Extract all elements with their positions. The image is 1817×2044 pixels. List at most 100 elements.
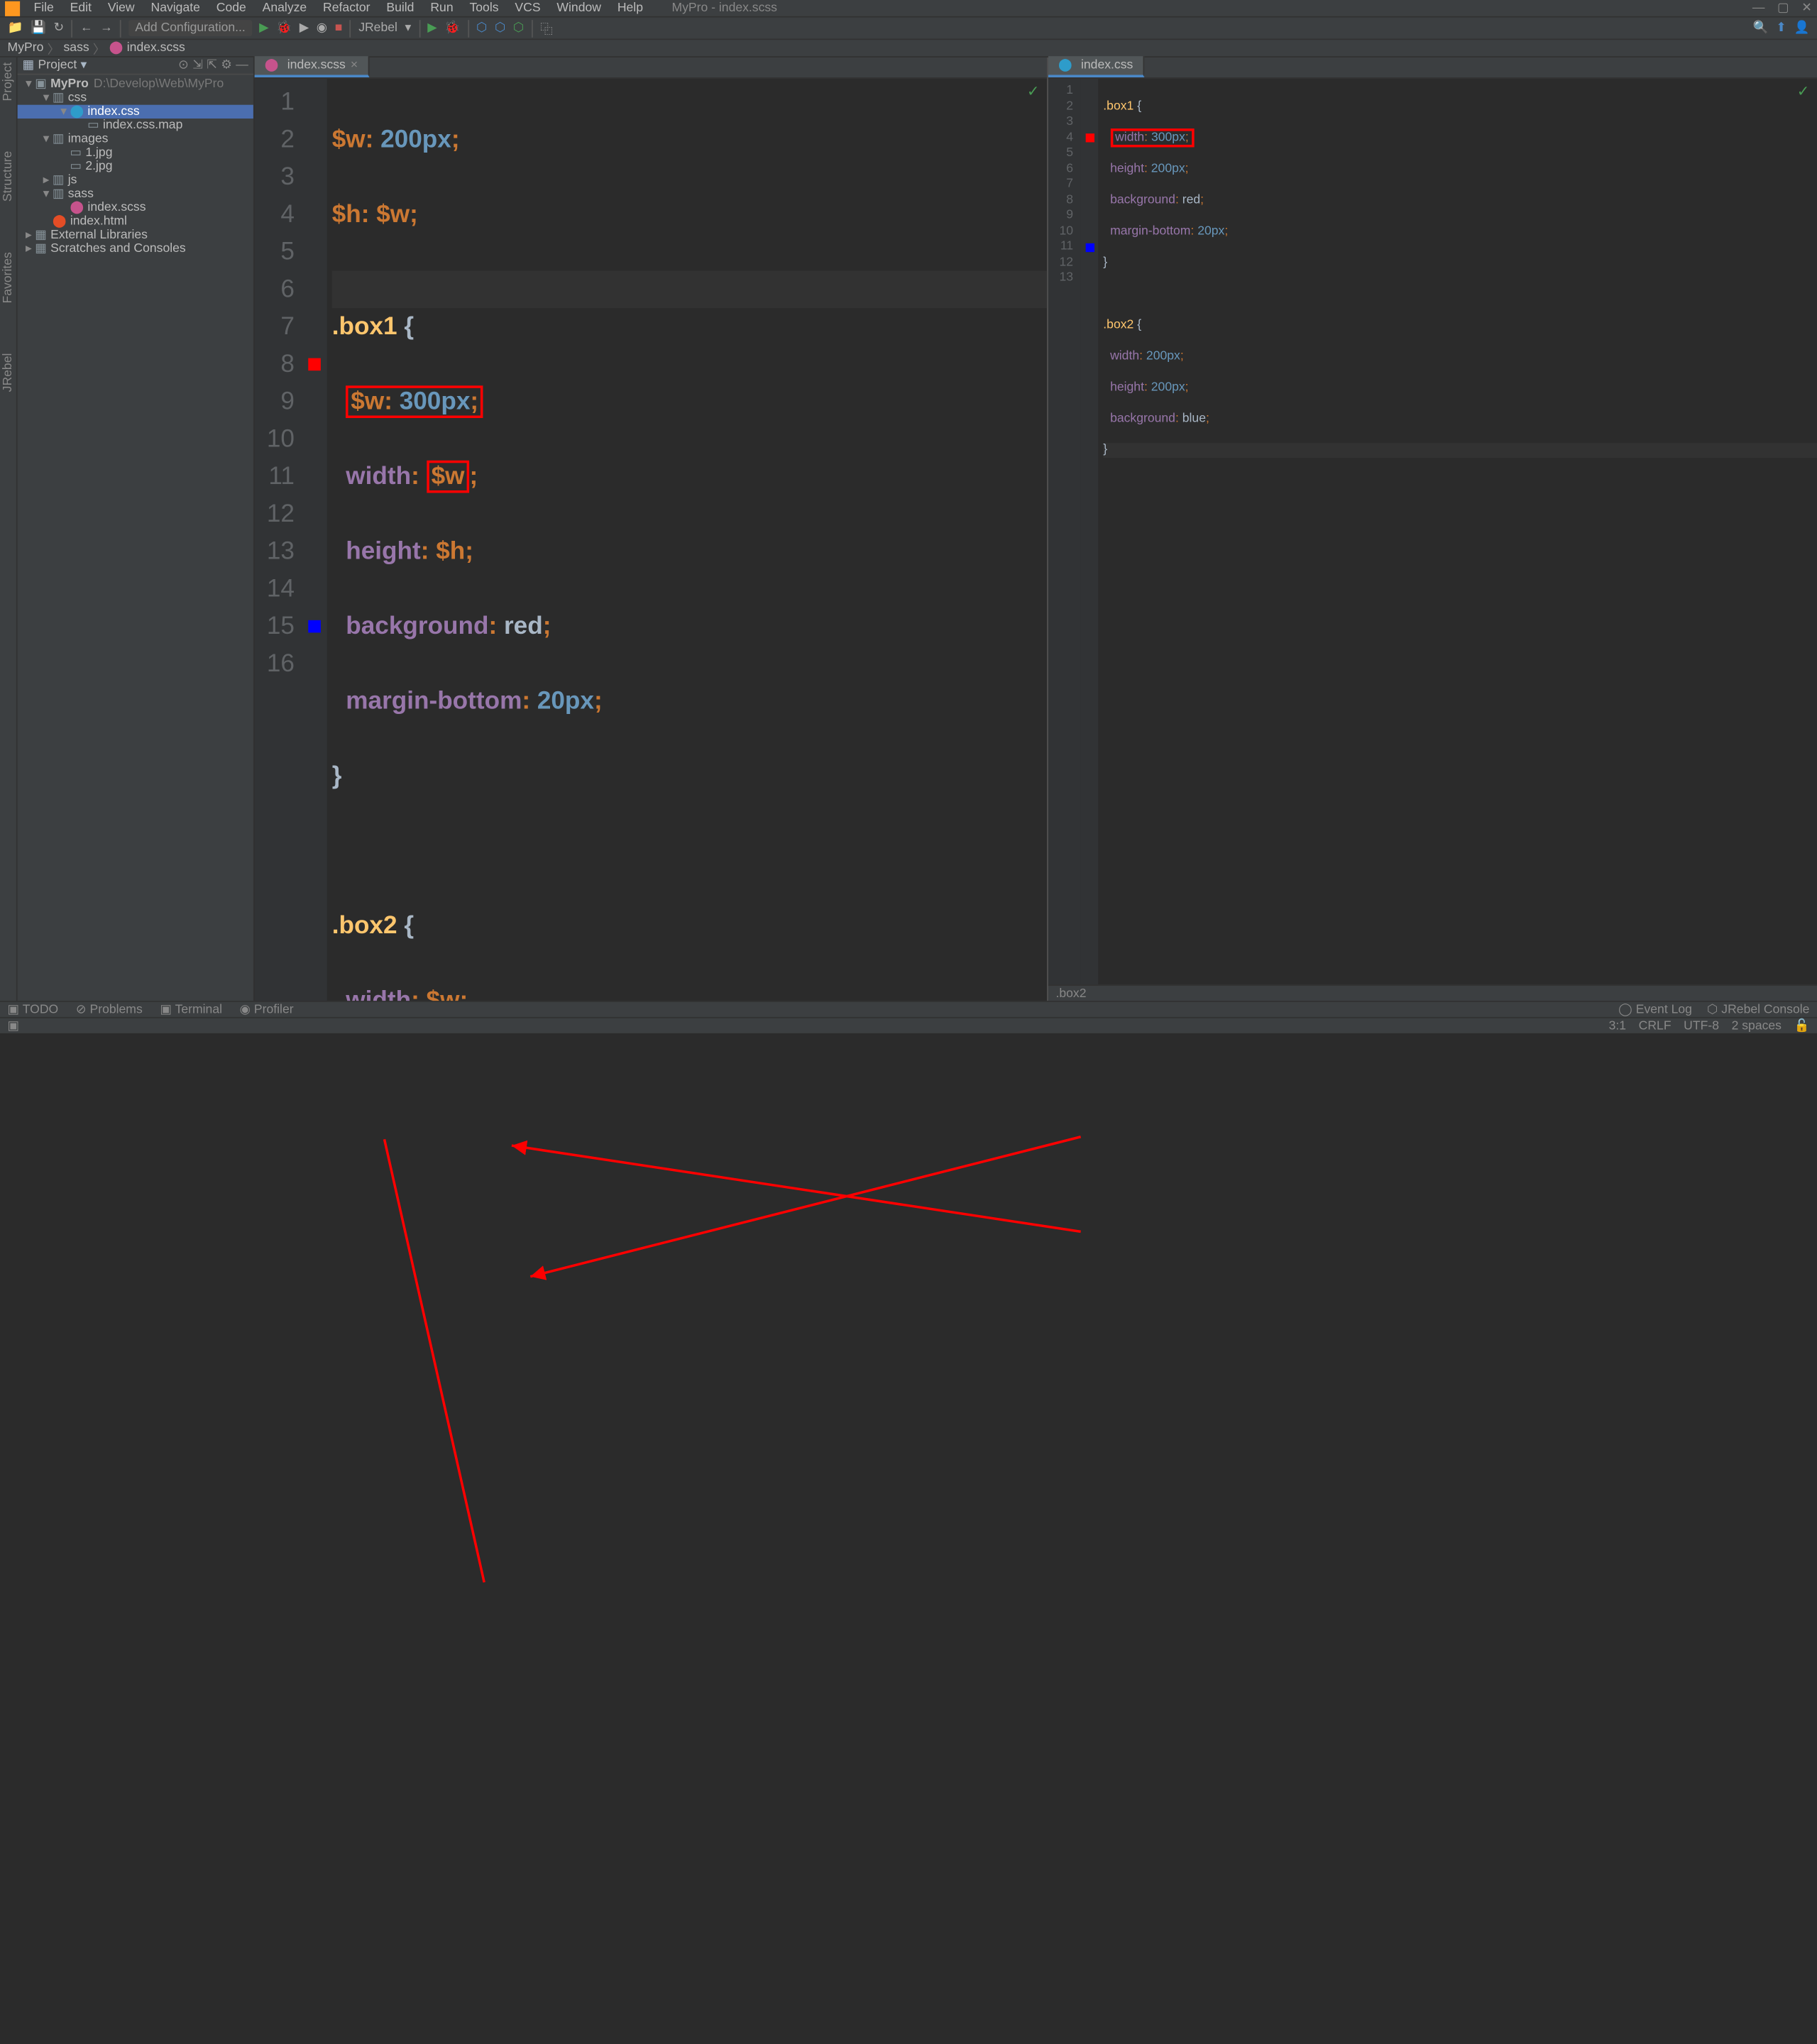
tree-css-folder[interactable]: ▾▥css <box>18 91 253 104</box>
todo-tool[interactable]: ▣ TODO <box>8 1003 59 1016</box>
color-swatch-red-icon[interactable] <box>308 358 321 371</box>
project-panel-title[interactable]: Project <box>38 59 77 72</box>
profiler-tool[interactable]: ◉ Profiler <box>240 1003 294 1016</box>
editor-left: ⬤ index.scss × 12345678910111213141516 $… <box>255 57 1048 1001</box>
terminal-tool[interactable]: ▣ Terminal <box>160 1003 222 1016</box>
gear-icon[interactable]: ⚙ <box>221 59 232 72</box>
open-icon[interactable]: 📁 <box>8 21 23 35</box>
tree-index-scss[interactable]: ⬤index.scss <box>18 201 253 214</box>
jr-icon1[interactable]: ⬡ <box>476 21 487 35</box>
css-editor[interactable]: 12345678910111213 .box1 { width: 300px; … <box>1048 79 1817 984</box>
menu-code[interactable]: Code <box>210 1 253 15</box>
menu-run[interactable]: Run <box>424 1 460 15</box>
code-content[interactable]: .box1 { width: 300px; height: 200px; bac… <box>1098 79 1817 984</box>
sync-icon[interactable]: ↻ <box>53 21 64 35</box>
annotation-arrows <box>0 1033 1817 2044</box>
tree-images-folder[interactable]: ▾▥images <box>18 132 253 145</box>
tree-img1[interactable]: ▭1.jpg <box>18 146 253 160</box>
side-favorites[interactable]: Favorites <box>1 252 15 303</box>
editor-breadcrumb[interactable]: .box2 <box>1048 984 1817 1001</box>
select-opened-icon[interactable]: ⊙ <box>178 59 189 72</box>
color-swatch-blue-icon[interactable] <box>308 620 321 633</box>
color-swatch-red-icon[interactable] <box>1085 134 1094 143</box>
code-content[interactable]: $w: 200px; $h: $w; .box1 { $w: 300px; wi… <box>327 79 1048 1001</box>
inspection-ok-icon[interactable]: ✓ <box>1027 82 1040 100</box>
menu-navigate[interactable]: Navigate <box>145 1 207 15</box>
menu-file[interactable]: File <box>28 1 60 15</box>
caret-position[interactable]: 3:1 <box>1609 1019 1626 1033</box>
menu-edit[interactable]: Edit <box>64 1 98 15</box>
tree-sass-folder[interactable]: ▾▥sass <box>18 187 253 201</box>
side-jrebel[interactable]: JRebel <box>1 353 15 392</box>
save-icon[interactable]: 💾 <box>31 21 46 35</box>
run-config-selector[interactable]: Add Configuration... <box>129 20 252 36</box>
css-icon: ⬤ <box>1058 59 1072 72</box>
line-ending[interactable]: CRLF <box>1639 1019 1671 1033</box>
breadcrumb-folder[interactable]: sass <box>64 41 89 55</box>
menu-window[interactable]: Window <box>551 1 608 15</box>
stop-icon[interactable]: ■ <box>335 21 343 35</box>
tree-external-libs[interactable]: ▸▦External Libraries <box>18 229 253 242</box>
back-icon[interactable]: ← <box>80 21 93 35</box>
event-log-tool[interactable]: ◯ Event Log <box>1618 1003 1692 1016</box>
search-icon[interactable]: 🔍 <box>1753 21 1769 35</box>
gutter-marks <box>1081 79 1099 984</box>
maximize-icon[interactable]: ▢ <box>1777 1 1789 15</box>
menu-build[interactable]: Build <box>380 1 421 15</box>
encoding[interactable]: UTF-8 <box>1684 1019 1719 1033</box>
side-structure[interactable]: Structure <box>1 151 15 202</box>
tree-index-css[interactable]: ▾⬤index.css <box>18 105 253 119</box>
menu-help[interactable]: Help <box>611 1 649 15</box>
tree-index-css-map[interactable]: ▭index.css.map <box>18 119 253 132</box>
close-tab-icon[interactable]: × <box>351 59 358 72</box>
jrebel-console-tool[interactable]: ⬡ JRebel Console <box>1707 1003 1809 1016</box>
inspection-ok-icon[interactable]: ✓ <box>1797 82 1810 100</box>
profile-icon[interactable]: ◉ <box>317 21 327 35</box>
tab-index-css[interactable]: ⬤ index.css <box>1048 56 1144 77</box>
line-numbers: 12345678910111213141516 <box>255 79 302 1001</box>
tree-scratches[interactable]: ▸▦Scratches and Consoles <box>18 242 253 256</box>
update-icon[interactable]: ⬆ <box>1776 21 1786 35</box>
forward-icon[interactable]: → <box>100 21 113 35</box>
breadcrumb-file[interactable]: index.scss <box>127 41 185 55</box>
status-bar: ▣ 3:1 CRLF UTF-8 2 spaces 🔓 <box>0 1017 1817 1033</box>
tree-img2[interactable]: ▭2.jpg <box>18 160 253 173</box>
collapse-all-icon[interactable]: ⇱ <box>207 59 217 72</box>
avatar-icon[interactable]: 👤 <box>1794 21 1810 35</box>
menu-refactor[interactable]: Refactor <box>317 1 376 15</box>
problems-tool[interactable]: ⊘ Problems <box>76 1003 143 1016</box>
readonly-icon[interactable]: 🔓 <box>1794 1019 1810 1033</box>
close-icon[interactable]: ✕ <box>1801 1 1812 15</box>
color-swatch-blue-icon[interactable] <box>1085 243 1094 251</box>
run-icon[interactable]: ▶ <box>259 21 269 35</box>
jrebel-debug-icon[interactable]: 🐞 <box>444 21 460 35</box>
menu-tools[interactable]: Tools <box>463 1 505 15</box>
menu-vcs[interactable]: VCS <box>509 1 547 15</box>
structure-icon[interactable]: ⿻ <box>540 18 553 37</box>
left-tool-stripe: Project Structure Favorites JRebel <box>0 57 18 1001</box>
hide-icon[interactable]: — <box>236 59 248 72</box>
tab-label: index.css <box>1081 59 1133 72</box>
minimize-icon[interactable]: — <box>1752 1 1765 15</box>
expand-all-icon[interactable]: ⇲ <box>192 59 203 72</box>
title-bar: File Edit View Navigate Code Analyze Ref… <box>0 0 1817 18</box>
jr-icon3[interactable]: ⬡ <box>513 21 524 35</box>
jrebel-label[interactable]: JRebel <box>358 21 397 35</box>
coverage-icon[interactable]: ▶ <box>300 21 309 35</box>
indent[interactable]: 2 spaces <box>1732 1019 1782 1033</box>
project-tree[interactable]: ▾▣MyProD:\Develop\Web\MyPro ▾▥css ▾⬤inde… <box>18 75 253 1001</box>
menu-view[interactable]: View <box>101 1 141 15</box>
tree-js-folder[interactable]: ▸▥js <box>18 173 253 187</box>
tree-root[interactable]: ▾▣MyProD:\Develop\Web\MyPro <box>18 77 253 91</box>
tab-index-scss[interactable]: ⬤ index.scss × <box>255 56 369 77</box>
menu-analyze[interactable]: Analyze <box>256 1 313 15</box>
side-project[interactable]: Project <box>1 62 15 101</box>
jr-icon2[interactable]: ⬡ <box>495 21 505 35</box>
tree-index-html[interactable]: ⬤index.html <box>18 214 253 228</box>
breadcrumb-project[interactable]: MyPro <box>8 41 44 55</box>
debug-icon[interactable]: 🐞 <box>276 21 292 35</box>
scss-editor[interactable]: 12345678910111213141516 $w: 200px; $h: $… <box>255 79 1047 1001</box>
chevron-down-icon[interactable]: ▾ <box>405 21 411 35</box>
jrebel-run-icon[interactable]: ▶ <box>427 21 437 35</box>
chevron-down-icon[interactable]: ▾ <box>81 59 87 72</box>
